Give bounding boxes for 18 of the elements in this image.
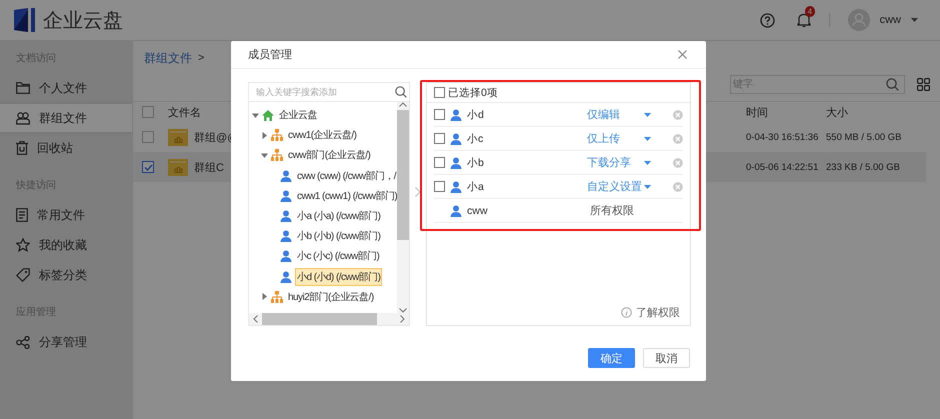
- dialog-title: 成员管理: [248, 48, 292, 62]
- member-name: 小a: [467, 180, 485, 194]
- column-header: 文件名: [168, 106, 201, 120]
- table-cell-text: 233 KB / 5.00 GB: [826, 162, 901, 172]
- table-cell-text: 550 MB / 5.00 GB: [826, 132, 903, 142]
- member-name: cww: [467, 204, 488, 216]
- column-header: 时间: [746, 106, 769, 120]
- logo-text: 企业云盘: [43, 8, 123, 34]
- breadcrumb-separator: >: [198, 52, 204, 64]
- member-name: 小b: [467, 156, 485, 170]
- selection-count: 已选择0项: [448, 86, 498, 100]
- notification-badge: 4: [804, 6, 816, 17]
- member-name: 小d: [467, 108, 485, 122]
- table-cell-text: 0-05-06 14:22:51: [746, 162, 820, 172]
- column-header: 大小: [826, 106, 849, 120]
- member-name: 小c: [467, 132, 484, 146]
- table-cell-text: 0-04-30 16:51:36: [746, 132, 820, 142]
- permission-label: 所有权限: [590, 204, 634, 218]
